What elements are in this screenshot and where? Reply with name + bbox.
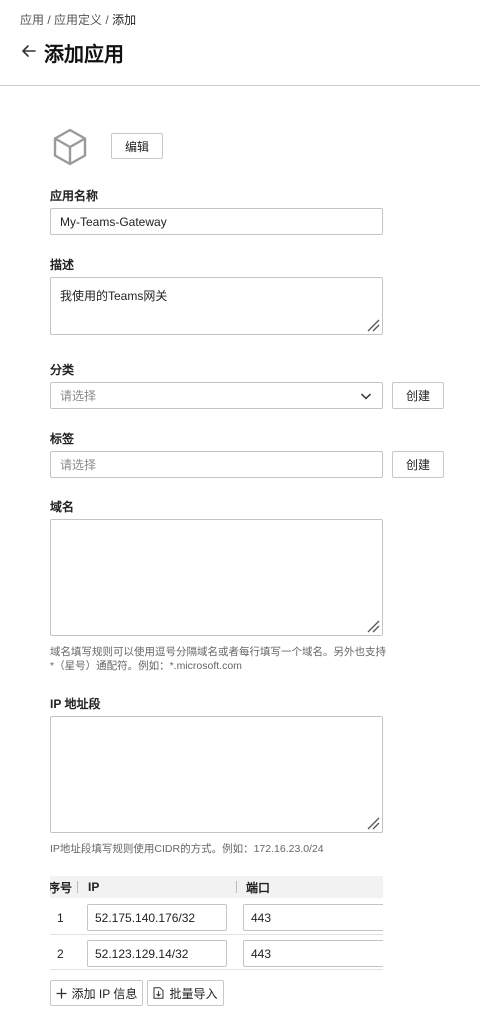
- column-header-index: 序号: [50, 880, 73, 895]
- category-label: 分类: [50, 363, 75, 377]
- row-index: 1: [57, 911, 64, 925]
- resize-handle-icon[interactable]: [366, 816, 380, 830]
- create-tag-button[interactable]: 创建: [392, 451, 444, 478]
- breadcrumb-current: 添加: [112, 13, 137, 27]
- back-arrow-icon[interactable]: [18, 40, 40, 62]
- ip-ranges-help-text: IP地址段填写规则使用CIDR的方式。例如：172.16.23.0/24: [50, 843, 324, 855]
- domains-label: 域名: [50, 500, 75, 514]
- category-select[interactable]: 请选择: [50, 382, 383, 409]
- row-divider: [50, 969, 383, 970]
- name-label: 应用名称: [50, 189, 99, 203]
- resize-handle-icon[interactable]: [366, 619, 380, 633]
- chevron-down-icon: [360, 392, 372, 400]
- ip-ranges-label: IP 地址段: [50, 697, 101, 711]
- domains-textarea[interactable]: [50, 519, 383, 636]
- breadcrumb: 应用 / 应用定义 / 添加: [20, 11, 136, 28]
- table-header: 序号 IP 端口: [50, 876, 383, 898]
- batch-import-label: 批量导入: [169, 986, 218, 1001]
- tags-label: 标签: [50, 432, 75, 446]
- create-category-button[interactable]: 创建: [392, 382, 444, 409]
- breadcrumb-separator: /: [102, 13, 113, 27]
- description-textarea[interactable]: 我使用的Teams网关: [50, 277, 383, 335]
- description-value: 我使用的Teams网关: [60, 289, 168, 303]
- row-index: 2: [57, 947, 64, 961]
- column-divider: [77, 881, 78, 893]
- ip-input[interactable]: 52.123.129.14/32: [87, 940, 227, 967]
- port-input[interactable]: 443: [243, 940, 383, 967]
- add-ip-button[interactable]: 添加 IP 信息: [50, 980, 143, 1006]
- batch-import-button[interactable]: 批量导入: [147, 980, 224, 1006]
- domains-help-text: 域名填写规则可以使用逗号分隔域名或者每行填写一个域名。另外也支持*（星号）通配符…: [50, 646, 386, 672]
- description-label: 描述: [50, 258, 75, 272]
- resize-handle-icon[interactable]: [366, 318, 380, 332]
- tags-select[interactable]: 请选择: [50, 451, 383, 478]
- column-divider: [236, 881, 237, 893]
- breadcrumb-separator: /: [44, 13, 55, 27]
- app-name-input[interactable]: My-Teams-Gateway: [50, 208, 383, 235]
- ip-ranges-textarea[interactable]: [50, 716, 383, 833]
- header-divider: [0, 85, 480, 86]
- file-import-icon: [153, 987, 164, 999]
- breadcrumb-item-apps[interactable]: 应用: [20, 13, 44, 27]
- column-header-ip: IP: [88, 880, 100, 894]
- category-placeholder: 请选择: [60, 389, 97, 403]
- ip-table: 序号 IP 端口 1 52.175.140.176/32 443 2 52.12…: [50, 876, 383, 970]
- port-input[interactable]: 443: [243, 904, 383, 931]
- page-title: 添加应用: [44, 44, 124, 66]
- plus-icon: [56, 988, 67, 998]
- column-header-port: 端口: [246, 880, 271, 895]
- edit-logo-button[interactable]: 编辑: [111, 133, 163, 159]
- add-ip-label: 添加 IP 信息: [71, 986, 138, 1001]
- cube-icon: [50, 126, 90, 168]
- ip-input[interactable]: 52.175.140.176/32: [87, 904, 227, 931]
- breadcrumb-item-app-definitions[interactable]: 应用定义: [54, 13, 102, 27]
- row-divider: [50, 934, 383, 935]
- tags-placeholder: 请选择: [60, 458, 97, 472]
